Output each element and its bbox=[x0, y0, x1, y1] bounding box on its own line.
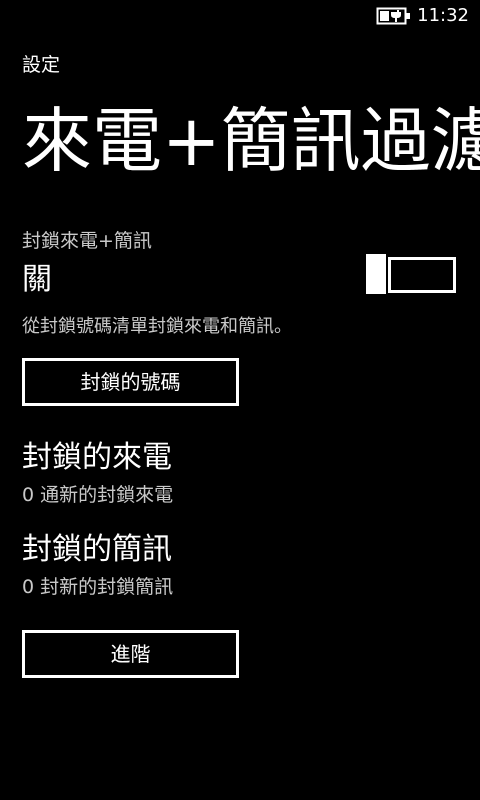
blocked-calls-title[interactable]: 封鎖的來電 bbox=[22, 438, 172, 478]
toggle-thumb[interactable] bbox=[366, 254, 386, 294]
block-toggle-label: 封鎖來電+簡訊 bbox=[22, 230, 152, 252]
advanced-button[interactable]: 進階 bbox=[22, 630, 239, 678]
battery-charging-icon bbox=[376, 7, 410, 25]
block-toggle-switch[interactable] bbox=[366, 254, 458, 294]
clock: 11:32 bbox=[417, 5, 469, 26]
block-toggle-state: 關 bbox=[22, 262, 52, 297]
blocked-calls-subtitle: 0 通新的封鎖來電 bbox=[22, 484, 174, 506]
block-description: 從封鎖號碼清單封鎖來電和簡訊。 bbox=[22, 316, 292, 337]
blocked-sms-subtitle: 0 封新的封鎖簡訊 bbox=[22, 576, 174, 598]
status-bar: 11:32 bbox=[0, 0, 480, 32]
blocked-sms-title[interactable]: 封鎖的簡訊 bbox=[22, 530, 172, 570]
toggle-track bbox=[388, 257, 456, 293]
app-title: 設定 bbox=[22, 54, 61, 76]
blocked-numbers-button[interactable]: 封鎖的號碼 bbox=[22, 358, 239, 406]
page-title: 來電+簡訊過濾 bbox=[22, 100, 480, 182]
